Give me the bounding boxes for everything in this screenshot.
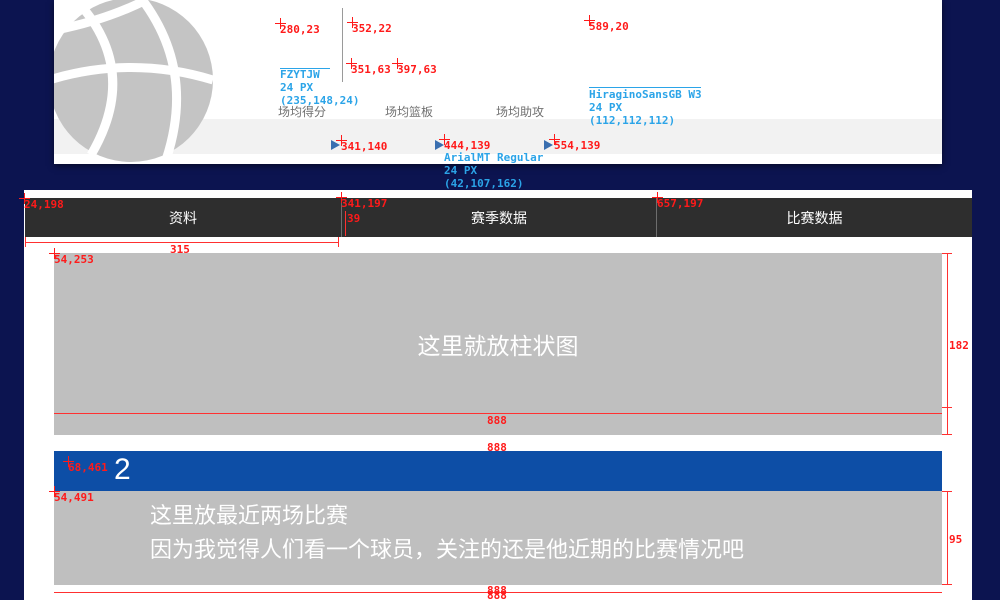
spec-coord: 397,63 [397, 63, 437, 76]
spec-coord: 341,197 [341, 197, 388, 210]
spec-dimension: 39 [347, 212, 361, 225]
spec-coord: 280,23 [280, 23, 320, 36]
spec-tick [942, 253, 952, 254]
spec-tick [25, 237, 26, 247]
bar-chart-placeholder: 这里就放柱状图 [54, 253, 942, 435]
spec-tick [942, 434, 952, 435]
font-spec-labels: HiraginoSansGB W3 24 PX (112,112,112) [589, 88, 702, 127]
spec-tick [942, 491, 952, 492]
spec-coord: 589,20 [589, 20, 629, 33]
spec-dimension-line [345, 211, 346, 236]
tab-season-stats[interactable]: 赛季数据 [342, 198, 656, 237]
spec-coord: 341,140 [341, 140, 388, 153]
font-spec-title: FZYTJW 24 PX (235,148,24) [280, 68, 360, 107]
font-spec-values: ArialMT Regular 24 PX (42,107,162) [444, 151, 544, 190]
spec-tick [338, 237, 339, 247]
basketball-icon [54, 0, 215, 162]
stat-label-rebounds: 场均篮板 [385, 105, 434, 119]
spec-coord: 68,461 [68, 461, 108, 474]
tab-profile[interactable]: 资料 [25, 198, 341, 237]
section-number: 2 [114, 453, 131, 486]
spec-dimension: 888 [487, 414, 507, 427]
recent-line-2: 因为我觉得人们看一个球员，关注的还是他近期的比赛情况吧 [150, 538, 745, 563]
spec-dimension: 182 [949, 339, 969, 352]
spec-coord: 54,491 [54, 491, 94, 504]
spec-coord: 657,197 [657, 197, 704, 210]
spec-dimension-line [947, 491, 948, 585]
spec-coord: 54,253 [54, 253, 94, 266]
spec-coord: 352,22 [352, 22, 392, 35]
spec-coord: 24,198 [24, 198, 64, 211]
spec-dimension: 888 [487, 589, 507, 600]
spec-tick [942, 407, 952, 408]
section-header-bar [54, 451, 942, 491]
recent-games-text: 这里放最近两场比赛 因为我觉得人们看一个球员，关注的还是他近期的比赛情况吧 [150, 500, 744, 568]
placeholder-text: 这里就放柱状图 [417, 334, 579, 360]
tab-bar: 资料 赛季数据 比赛数据 [25, 198, 972, 237]
tab-game-stats[interactable]: 比赛数据 [657, 198, 972, 237]
spec-coord: 554,139 [554, 139, 601, 152]
stat-label-assists: 场均助攻 [496, 105, 545, 119]
spec-tick [942, 584, 952, 585]
spec-dimension: 95 [949, 533, 963, 546]
recent-line-1: 这里放最近两场比赛 [150, 504, 349, 529]
player-header-card: 场均得分 场均篮板 场均助攻 [54, 0, 942, 164]
